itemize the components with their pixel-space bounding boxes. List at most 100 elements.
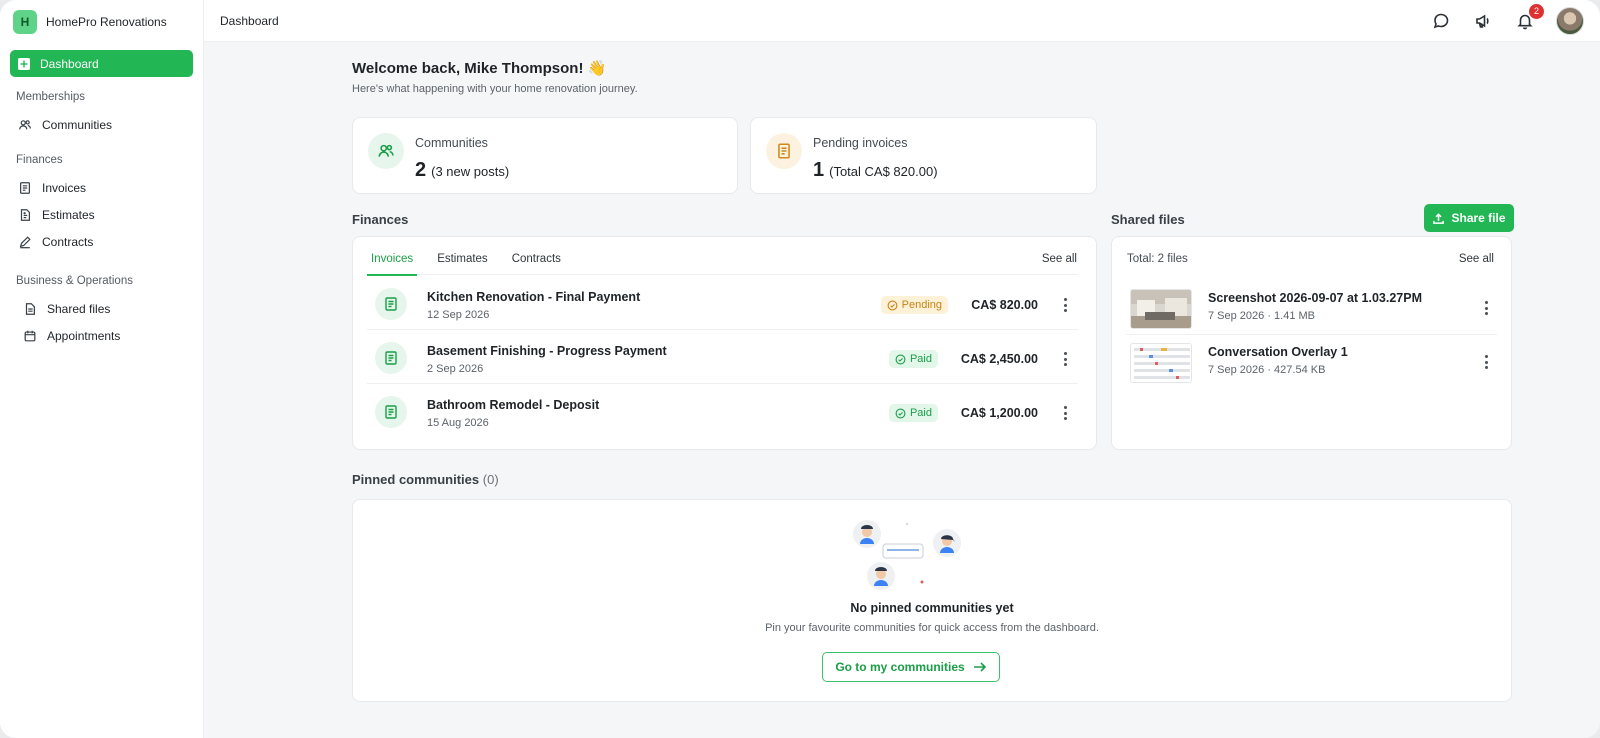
file-name: Conversation Overlay 1 — [1208, 345, 1348, 359]
shared-files-card: Total: 2 files See all Screenshot 2026-0… — [1111, 236, 1512, 450]
receipt-icon — [766, 133, 802, 169]
empty-state-title: No pinned communities yet — [850, 601, 1014, 615]
finances-card: Invoices Estimates Contracts See all Kit… — [352, 236, 1097, 450]
go-to-communities-label: Go to my communities — [835, 660, 965, 674]
status-badge: Pending — [880, 296, 948, 314]
image-thumbnail — [1130, 343, 1192, 383]
more-options-icon[interactable] — [1062, 352, 1068, 366]
invoice-row[interactable]: Basement Finishing - Progress Payment 2 … — [367, 330, 1078, 384]
file-name: Screenshot 2026-09-07 at 1.03.27PM — [1208, 291, 1423, 305]
pinned-count: (0) — [482, 472, 499, 487]
sidebar-item-communities[interactable]: Communities — [10, 111, 193, 138]
community-illustration — [853, 520, 961, 590]
file-meta: 7 Sep 2026 · 427.54 KB — [1208, 364, 1326, 376]
more-options-icon[interactable] — [1062, 298, 1068, 312]
users-icon — [368, 133, 404, 169]
arrow-right-icon — [973, 662, 986, 672]
sidebar-item-appointments[interactable]: Appointments — [10, 322, 193, 349]
sidebar-item-label: Communities — [42, 117, 113, 132]
finances-title: Finances — [352, 212, 409, 227]
invoice-title: Kitchen Renovation - Final Payment — [427, 290, 641, 304]
invoice-icon — [375, 288, 407, 320]
invoice-amount: CA$ 2,450.00 — [960, 352, 1038, 366]
upload-icon — [1433, 212, 1445, 224]
check-circle-icon — [895, 408, 906, 418]
user-avatar[interactable] — [1556, 6, 1584, 35]
invoice-icon — [375, 396, 407, 428]
megaphone-icon — [1476, 14, 1489, 28]
main-area: Dashboard 2 Welcome back, Mike Thompson!… — [204, 0, 1600, 738]
stat-detail: (Total CA$ 820.00) — [829, 164, 938, 179]
sidebar-section-title: Memberships — [16, 91, 86, 103]
pen-icon — [19, 235, 31, 248]
sidebar-item-label: Invoices — [42, 180, 87, 195]
sidebar: H HomePro Renovations Dashboard Membersh… — [0, 0, 204, 738]
invoice-row[interactable]: Bathroom Remodel - Deposit 15 Aug 2026 P… — [367, 384, 1078, 438]
users-icon — [19, 119, 31, 129]
estimate-icon — [20, 208, 30, 221]
tab-estimates[interactable]: Estimates — [433, 249, 492, 275]
sidebar-item-label: Contracts — [42, 234, 94, 249]
finances-see-all-link[interactable]: See all — [1042, 253, 1077, 265]
announcements-button[interactable] — [1472, 10, 1494, 32]
brand[interactable]: H HomePro Renovations — [10, 10, 193, 34]
notification-badge: 2 — [1529, 3, 1544, 19]
status-label: Pending — [901, 299, 942, 311]
invoice-date: 12 Sep 2026 — [427, 309, 490, 321]
calendar-icon — [24, 330, 36, 341]
empty-state-subtitle: Pin your favourite communities for quick… — [765, 622, 1099, 634]
invoice-title: Bathroom Remodel - Deposit — [427, 398, 600, 412]
stat-label: Communities — [415, 136, 488, 150]
notifications-button[interactable]: 2 — [1514, 3, 1544, 32]
stat-card-pending-invoices[interactable]: Pending invoices 1 (Total CA$ 820.00) — [750, 117, 1097, 194]
stat-value: 2 — [415, 159, 427, 181]
page-title: Dashboard — [220, 13, 279, 28]
invoice-title: Basement Finishing - Progress Payment — [427, 344, 667, 358]
file-meta: 7 Sep 2026 · 1.41 MB — [1208, 310, 1316, 322]
messages-button[interactable] — [1430, 10, 1452, 32]
image-thumbnail — [1130, 289, 1192, 329]
dashboard-icon — [18, 57, 30, 70]
invoice-icon — [375, 342, 407, 374]
more-options-icon[interactable] — [1483, 301, 1489, 315]
sidebar-item-shared-files[interactable]: Shared files — [10, 295, 193, 322]
pinned-title-text: Pinned communities — [352, 472, 480, 487]
more-options-icon[interactable] — [1062, 406, 1068, 420]
invoice-date: 2 Sep 2026 — [427, 363, 484, 375]
stat-card-communities[interactable]: Communities 2 (3 new posts) — [352, 117, 738, 194]
share-file-button[interactable]: Share file — [1424, 204, 1514, 232]
brand-name: HomePro Renovations — [46, 15, 167, 29]
stat-label: Pending invoices — [813, 136, 908, 150]
share-file-label: Share file — [1451, 211, 1506, 225]
sidebar-item-label: Dashboard — [40, 56, 99, 71]
status-label: Paid — [909, 407, 932, 419]
sidebar-item-label: Estimates — [42, 207, 95, 222]
finance-tabs: Invoices Estimates Contracts — [367, 249, 1078, 276]
sidebar-item-invoices[interactable]: Invoices — [10, 174, 193, 201]
files-see-all-link[interactable]: See all — [1459, 253, 1494, 265]
sidebar-item-dashboard[interactable]: Dashboard — [10, 50, 193, 77]
status-badge: Paid — [888, 350, 938, 368]
file-row[interactable]: Screenshot 2026-09-07 at 1.03.27PM 7 Sep… — [1126, 281, 1497, 335]
sidebar-item-label: Appointments — [47, 328, 121, 343]
stat-detail: (3 new posts) — [431, 164, 510, 179]
status-label: Paid — [909, 353, 932, 365]
invoice-amount: CA$ 820.00 — [971, 298, 1038, 312]
tab-invoices[interactable]: Invoices — [367, 249, 418, 276]
sidebar-item-estimates[interactable]: Estimates — [10, 201, 193, 228]
welcome-title: Welcome back, Mike Thompson! 👋 — [352, 60, 607, 77]
files-total: Total: 2 files — [1127, 253, 1188, 265]
file-row[interactable]: Conversation Overlay 1 7 Sep 2026 · 427.… — [1126, 335, 1497, 389]
topbar: Dashboard 2 — [204, 0, 1600, 42]
sidebar-item-label: Shared files — [47, 301, 111, 316]
invoice-date: 15 Aug 2026 — [427, 417, 489, 429]
go-to-communities-button[interactable]: Go to my communities — [822, 652, 1000, 682]
welcome-subtitle: Here's what happening with your home ren… — [352, 83, 638, 95]
clock-check-icon — [887, 300, 898, 310]
invoice-row[interactable]: Kitchen Renovation - Final Payment 12 Se… — [367, 276, 1078, 330]
invoice-amount: CA$ 1,200.00 — [960, 406, 1038, 420]
file-icon — [25, 302, 35, 315]
tab-contracts[interactable]: Contracts — [508, 249, 565, 275]
sidebar-item-contracts[interactable]: Contracts — [10, 228, 193, 255]
more-options-icon[interactable] — [1483, 355, 1489, 369]
